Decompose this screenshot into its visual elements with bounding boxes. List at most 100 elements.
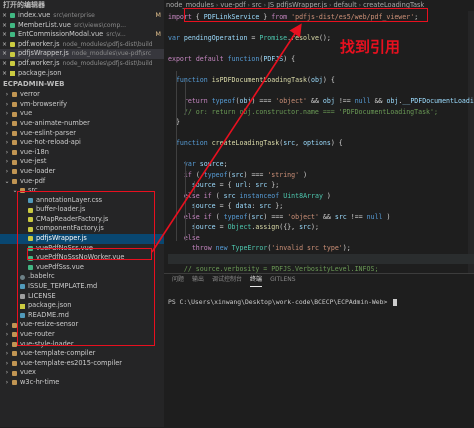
close-icon[interactable]: ×: [2, 59, 7, 69]
code-token: data: [235, 202, 252, 210]
code-token: (: [211, 191, 224, 200]
code-editor[interactable]: import { PDFLinkService } from 'pdfjs-di…: [164, 11, 474, 273]
open-editor-path: src\enterprise: [53, 12, 95, 19]
panel-tab[interactable]: 输出: [192, 274, 204, 286]
project-header[interactable]: ECPADMIN-WEB: [0, 79, 164, 91]
code-token: else: [183, 191, 200, 200]
code-token: =: [247, 34, 260, 42]
tree-folder[interactable]: ⌄ vue-pdf: [0, 177, 164, 187]
close-icon[interactable]: ×: [2, 69, 7, 79]
tree-folder[interactable]: › vue-template-compiler: [0, 349, 164, 359]
code-token: = {: [215, 202, 236, 210]
panel-tab[interactable]: GITLENS: [270, 274, 296, 286]
open-editor-path: src\v...: [106, 31, 126, 39]
code-line: export default function(PDFJS) {: [168, 54, 474, 65]
code-token: src: [255, 181, 268, 189]
tree-folder[interactable]: › vue-i18n: [0, 148, 164, 158]
panel-tab[interactable]: 终端: [250, 274, 263, 287]
chevron-down-icon: ⌄: [4, 177, 10, 185]
open-editor-item[interactable]: × pdf.worker.js node_modules\pdfjs-dist\bu…: [0, 40, 164, 50]
tree-folder[interactable]: › vue-hot-reload-api: [0, 138, 164, 148]
code-token: pendingOperation: [183, 34, 248, 42]
code-token: Object: [227, 223, 252, 231]
code-line: else if ( typeof(src) === 'object' && sr…: [168, 212, 474, 223]
code-line: throw new TypeError('invalid src type');: [168, 243, 474, 254]
tree-folder[interactable]: › vuex: [0, 368, 164, 378]
code-token: null: [354, 97, 371, 105]
code-line: function createLoadingTask(src, options)…: [168, 138, 474, 149]
code-token: };: [267, 181, 280, 189]
code-token: default: [195, 55, 224, 63]
code-token: ;: [223, 160, 228, 168]
code-token: 'string': [267, 170, 300, 179]
indent-guide: [194, 181, 195, 193]
tree-item-label: vm-browserify: [20, 99, 68, 108]
tree-folder[interactable]: › vue-loader: [0, 167, 164, 177]
code-token: src: [299, 223, 311, 231]
panel-tab[interactable]: 问题: [172, 274, 184, 286]
open-editor-item[interactable]: × MemberList.vue src\views\comp...: [0, 21, 164, 31]
tree-item-label: vue-animate-number: [20, 118, 90, 127]
tree-item-label: vue-pdf: [20, 176, 46, 185]
close-icon[interactable]: ×: [2, 49, 7, 59]
vue-file-icon: [10, 22, 15, 28]
code-token: assign: [255, 223, 280, 231]
panel-tab[interactable]: 调试控制台: [212, 274, 242, 286]
chevron-right-icon: ›: [5, 110, 9, 118]
tree-folder[interactable]: › vue-jest: [0, 157, 164, 167]
tree-folder[interactable]: › vue-eslint-parser: [0, 129, 164, 139]
chevron-right-icon: ›: [5, 129, 9, 137]
open-editor-name: pdfjsWrapper.js: [18, 49, 69, 58]
code-token: src: [283, 139, 296, 147]
code-token: ) ===: [251, 97, 276, 105]
tree-item-label: vuex: [20, 368, 36, 377]
tree-folder[interactable]: › vue: [0, 109, 164, 119]
code-token: export: [168, 55, 192, 63]
folder-icon: [12, 361, 17, 367]
code-token: 'object': [275, 97, 308, 105]
open-editor-item[interactable]: × index.vue src\enterprise M: [0, 11, 164, 21]
tree-item-label: vue: [20, 109, 33, 118]
code-token: !==: [346, 212, 367, 221]
code-token: source: [191, 202, 216, 210]
code-token: if: [203, 191, 212, 200]
open-editors-header[interactable]: 打开的编辑器: [0, 0, 164, 11]
open-editor-item[interactable]: × pdf.worker.js node_modules\pdfjs-dist\bu…: [0, 59, 164, 69]
open-editor-name: EntCommissionModal.vue: [18, 30, 104, 39]
code-token: !==: [334, 97, 355, 105]
chevron-right-icon: ›: [5, 369, 9, 377]
bottom-panel: 问题 输出 调试控制台 终端 GITLENS PS C:\Users\xinwang\D…: [164, 273, 474, 428]
open-editor-item[interactable]: × EntCommissionModal.vue src\v... M: [0, 30, 164, 40]
open-editor-name: package.json: [18, 68, 62, 77]
open-editor-label: index.vue src\enterprise: [18, 11, 152, 21]
code-token: isPDFDocumentLoadingTask: [211, 76, 307, 84]
open-editor-item[interactable]: × pdfjsWrapper.js node_modules\vue-pdf\src: [0, 49, 164, 59]
terminal-prompt-line[interactable]: PS C:\Users\xinwang\Desktop\work-code\BC…: [168, 298, 398, 306]
tree-folder[interactable]: › vm-browserify: [0, 100, 164, 110]
tree-item-label: vue-template-es2015-compiler: [20, 358, 123, 367]
folder-icon: [12, 169, 17, 175]
close-icon[interactable]: ×: [2, 21, 7, 31]
close-icon[interactable]: ×: [2, 40, 7, 50]
terminal-cursor: [393, 298, 398, 306]
code-token: Uint8Array: [283, 191, 323, 200]
tree-folder[interactable]: › vue-animate-number: [0, 119, 164, 129]
close-icon[interactable]: ×: [2, 11, 7, 21]
open-editor-item[interactable]: × package.json: [0, 69, 164, 79]
tree-folder[interactable]: › w3c-hr-time: [0, 378, 164, 388]
code-token: src: [334, 212, 347, 221]
tree-folder[interactable]: › vue-template-es2015-compiler: [0, 359, 164, 369]
code-token: src: [231, 170, 244, 179]
close-icon[interactable]: ×: [2, 30, 7, 40]
code-token: else: [183, 212, 200, 221]
code-token: ) ===: [243, 170, 268, 179]
open-editor-name: index.vue: [18, 11, 51, 19]
tree-folder[interactable]: › verror: [0, 90, 164, 100]
panel-tabs: 问题 输出 调试控制台 终端 GITLENS: [164, 274, 474, 287]
